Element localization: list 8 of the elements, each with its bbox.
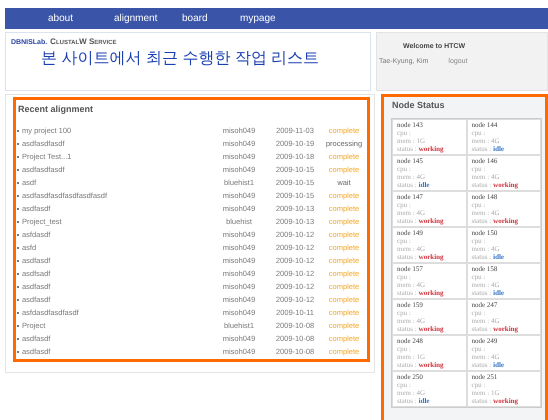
nav-link[interactable]: board [182,13,240,24]
nav-link[interactable]: about [48,13,114,24]
nav-link[interactable]: alignment [114,13,182,24]
panel-title: Recent alignment [18,104,94,114]
page-title: 본 사이트에서 최근 수행한 작업 리스트 [41,49,320,69]
panel-title: Node Status [392,100,446,110]
nav-link[interactable]: mypage [240,13,300,24]
service-name: ClustalW Service [50,37,117,46]
